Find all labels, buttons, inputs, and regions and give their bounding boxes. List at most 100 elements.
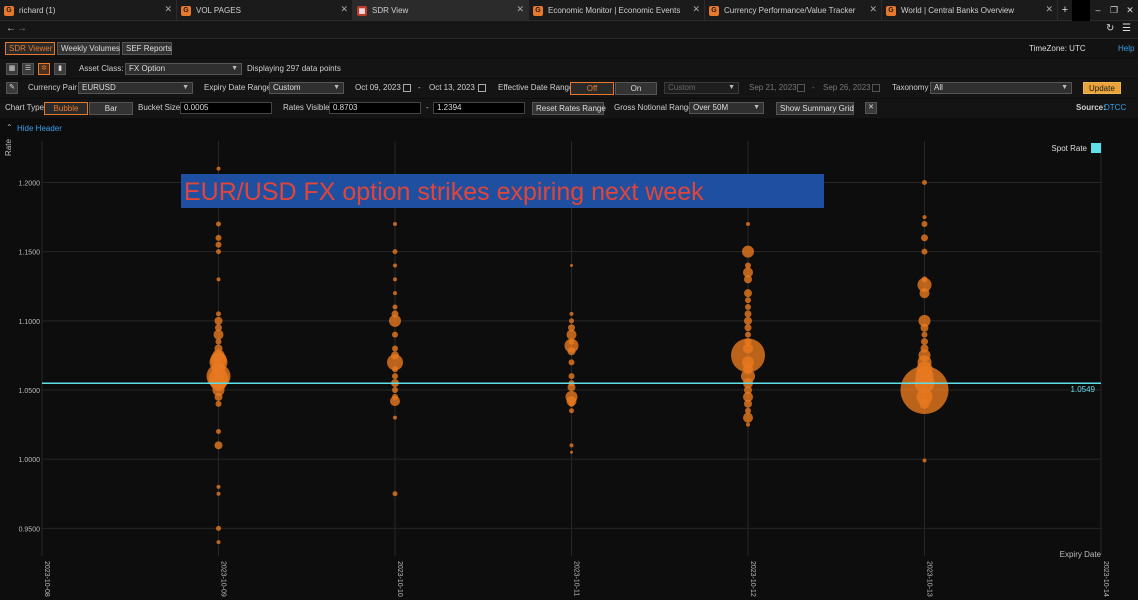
close-icon[interactable]: ✕ [340,4,348,15]
pin-icon[interactable]: ✎ [6,82,18,94]
bubble-point [744,399,752,408]
bubble-point [745,331,751,338]
back-arrow-icon[interactable]: ← [6,23,16,34]
effective-range-select[interactable]: Custom ▼ [664,82,739,94]
source-link[interactable]: DTCC [1104,102,1126,114]
bubble-point [216,166,221,171]
browser-tab-bar: G richard (1) ✕ G VOL PAGES ✕ ▦ SDR View… [0,0,1138,21]
tab-vol-pages[interactable]: G VOL PAGES ✕ [177,0,353,21]
calendar-icon[interactable] [478,84,486,92]
bar-view-icon[interactable]: ▮ [54,63,66,75]
tab-sdr-view[interactable]: ▦ SDR View ✕ [353,0,529,21]
tab-currency-performance[interactable]: G Currency Performance/Value Tracker ✕ [705,0,882,21]
y-tick-label: 1.1500 [19,250,41,257]
legend-swatch[interactable] [1091,143,1101,153]
taxonomy-select[interactable]: All ▼ [930,82,1072,94]
chevron-down-icon: ▼ [333,84,340,91]
expiry-from-date[interactable]: Oct 09, 2023 [355,82,401,94]
close-icon[interactable]: ✕ [164,4,172,15]
bubble-point [392,373,398,380]
close-icon[interactable]: ✕ [692,4,700,15]
data-points-status: Displaying 297 data points [247,64,341,73]
bubble-point [392,491,398,497]
sdr-viewer-tab[interactable]: SDR Viewer [5,42,55,55]
chevron-down-icon: ▼ [182,84,189,91]
close-icon[interactable]: ✕ [516,4,524,15]
table-view-icon[interactable]: ☰ [22,63,34,75]
tab-central-banks[interactable]: G World | Central Banks Overview ✕ [882,0,1058,21]
timezone-label: TimeZone: UTC [1029,44,1086,53]
menu-icon[interactable]: ☰ [1122,23,1131,34]
bubble-chart-toggle[interactable]: Bubble [44,102,88,115]
calendar-icon[interactable] [797,84,805,92]
tab-economic-monitor[interactable]: G Economic Monitor | Economic Events ✕ [529,0,705,21]
sef-reports-tab[interactable]: SEF Reports [122,42,172,55]
app-icon: G [181,5,191,16]
sdr-icon: ▦ [357,5,367,16]
window-controls: – ❐ ✕ [1090,0,1138,20]
bubble-point [216,525,221,531]
effective-on-toggle[interactable]: On [615,82,657,95]
summary-grid-button[interactable]: Show Summary Grid [776,102,854,115]
date-separator: - [418,83,421,92]
effective-to-date[interactable]: Sep 26, 2023 [823,82,871,94]
forward-arrow-icon[interactable]: → [17,23,27,34]
close-window-icon[interactable]: ✕ [1122,0,1138,20]
close-icon[interactable]: ✕ [1045,4,1053,15]
bubble-point [570,264,573,267]
app-icon: G [709,5,719,16]
grid-view-icon[interactable]: ▦ [6,63,18,75]
rates-max-input[interactable]: 1.2394 [433,102,525,114]
hide-header-link[interactable]: Hide Header [17,123,62,135]
update-button[interactable]: Update [1083,82,1121,94]
close-icon[interactable]: ✕ [869,4,877,15]
effective-from-date[interactable]: Sep 21, 2023 [749,82,797,94]
bubble-point [392,331,398,338]
rates-min-input[interactable]: 0.8703 [329,102,421,114]
effective-off-toggle[interactable]: Off [570,82,614,95]
bucket-size-input[interactable]: 0.0005 [180,102,272,114]
expiry-range-select[interactable]: Custom ▼ [269,82,344,94]
bubble-point [744,310,752,318]
calendar-icon[interactable] [872,84,880,92]
bubble-point [216,540,221,545]
currency-pair-select[interactable]: EURUSD ▼ [78,82,193,94]
bubble-point [921,338,928,346]
minimize-icon[interactable]: – [1090,0,1106,20]
bar-chart-toggle[interactable]: Bar [89,102,133,115]
bubble-point [216,429,221,434]
restore-icon[interactable]: ❐ [1106,0,1122,20]
app-toolbar: SDR Viewer Weekly Volumes SEF Reports Ti… [0,40,1138,58]
nav-bar: ← → ↻ ☰ [0,21,1138,39]
x-axis-label: Expiry Date [1060,550,1102,559]
expiry-to-date[interactable]: Oct 13, 2023 [429,82,475,94]
calendar-icon[interactable] [403,84,411,92]
bubble-view-icon[interactable]: ✲ [38,63,50,75]
clear-icon[interactable]: ✕ [865,102,877,114]
refresh-icon[interactable]: ↻ [1106,23,1114,34]
bubble-point [569,408,574,414]
reset-rates-button[interactable]: Reset Rates Range [532,102,606,115]
gross-notional-value: Over 50M [693,103,729,112]
y-tick-label: 1.2000 [19,181,41,188]
chevron-down-icon: ▼ [1061,84,1068,91]
bubble-point [393,415,397,420]
asset-class-select[interactable]: FX Option ▼ [125,63,242,75]
bubble-point [921,248,928,255]
new-tab-icon[interactable]: + [1058,0,1072,20]
help-link[interactable]: Help [1118,43,1134,55]
bubble-point [922,215,927,220]
bubble-point [920,323,929,332]
bubble-point [214,392,223,401]
gross-notional-select[interactable]: Over 50M ▼ [689,102,764,114]
weekly-volumes-tab[interactable]: Weekly Volumes [57,42,120,55]
collapse-icon[interactable]: ⌃ [6,122,13,134]
bubble-point [921,221,928,227]
bubble-point [743,412,753,423]
bubble-point [393,291,397,296]
bubble-point [569,443,574,448]
tab-richard[interactable]: G richard (1) ✕ [0,0,177,21]
currency-pair-label: Currency Pair [28,83,77,92]
bubble-chart: 0.9500 1.0000 1.0500 1.1000 1.1500 1.2000 202… [4,139,1109,597]
bubble-point [214,441,223,450]
